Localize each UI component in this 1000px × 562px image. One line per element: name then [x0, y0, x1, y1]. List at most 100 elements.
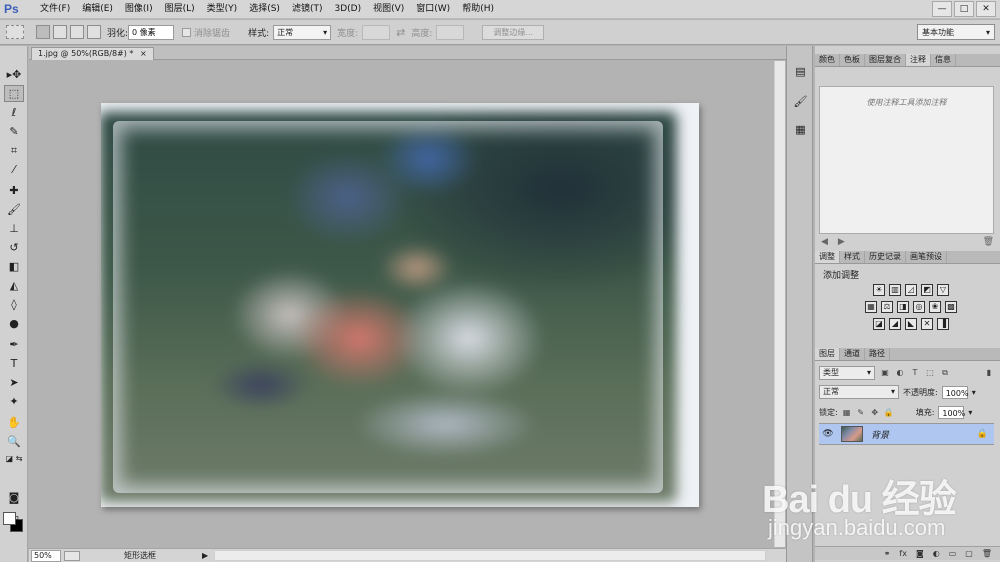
zoom-level-input[interactable]: 50%	[31, 549, 61, 562]
selective-color-icon[interactable]: ✕	[921, 318, 933, 330]
menu-help[interactable]: 帮助(H)	[456, 0, 500, 19]
tab-channels[interactable]: 通道	[840, 348, 865, 360]
status-info-icon[interactable]	[64, 550, 80, 561]
shape-tool-icon[interactable]: ✦	[4, 393, 24, 410]
lock-transparent-icon[interactable]: ▦	[842, 408, 852, 418]
intersect-selection-icon[interactable]	[87, 25, 101, 39]
document-tab[interactable]: 1.jpg @ 50%(RGB/8#) * ×	[31, 47, 154, 60]
tab-color[interactable]: 颜色	[815, 54, 840, 66]
brush-panel-icon[interactable]: 🖌	[791, 92, 810, 111]
tab-paths[interactable]: 路径	[865, 348, 890, 360]
marquee-preset-icon[interactable]	[6, 25, 24, 39]
crop-tool-icon[interactable]: ⌗	[4, 142, 24, 159]
brush-tool-icon[interactable]: 🖌	[4, 201, 24, 218]
tab-swatches[interactable]: 色板	[840, 54, 865, 66]
healing-brush-tool-icon[interactable]: ✚	[4, 182, 24, 199]
eraser-tool-icon[interactable]: ◧	[4, 258, 24, 275]
fill-dropdown-icon[interactable]: ▾	[968, 408, 972, 417]
gradient-map-icon[interactable]: ▐	[937, 318, 949, 330]
tab-notes[interactable]: 注释	[906, 54, 931, 66]
move-tool-icon[interactable]: ▸✥	[4, 66, 24, 83]
menu-view[interactable]: 视图(V)	[367, 0, 410, 19]
tab-layer-comps[interactable]: 图层复合	[865, 54, 906, 66]
horizontal-scrollbar[interactable]	[214, 550, 767, 561]
eye-icon[interactable]: 👁	[821, 429, 835, 439]
fill-input[interactable]: 100%	[938, 406, 965, 419]
dodge-tool-icon[interactable]: ●	[4, 315, 24, 332]
filter-shape-icon[interactable]: ⬚	[925, 368, 935, 378]
tab-history[interactable]: 历史记录	[865, 251, 906, 263]
rectangular-marquee-tool-icon[interactable]: ⬚	[4, 85, 24, 102]
menu-select[interactable]: 选择(S)	[243, 0, 286, 19]
channel-mixer-icon[interactable]: ❀	[929, 301, 941, 313]
type-tool-icon[interactable]: T	[4, 355, 24, 372]
workspace-select[interactable]: 基本功能 ▾	[917, 24, 995, 40]
filter-adjustment-icon[interactable]: ◐	[895, 368, 905, 378]
blend-mode-select[interactable]: 正常 ▾	[819, 385, 899, 399]
properties-panel-icon[interactable]: ▦	[791, 120, 810, 139]
new-layer-icon[interactable]: ▢	[965, 549, 973, 558]
filter-smart-object-icon[interactable]: ⧉	[940, 368, 950, 378]
zoom-tool-icon[interactable]: 🔍	[4, 433, 24, 450]
canvas-area[interactable]	[29, 61, 774, 547]
status-menu-arrow-icon[interactable]: ▶	[202, 551, 208, 560]
quick-mask-icon[interactable]: ◙	[4, 489, 24, 506]
foreground-color-swatch[interactable]	[3, 512, 16, 525]
filter-pixel-icon[interactable]: ▣	[880, 368, 890, 378]
paint-bucket-tool-icon[interactable]: ◭	[4, 277, 24, 294]
hue-saturation-icon[interactable]: ▦	[865, 301, 877, 313]
posterize-icon[interactable]: ◢	[889, 318, 901, 330]
feather-input[interactable]: 0 像素	[128, 24, 175, 40]
close-button[interactable]: ✕	[976, 1, 996, 17]
quick-selection-tool-icon[interactable]: ✎	[4, 123, 24, 140]
layer-kind-select[interactable]: 类型 ▾	[819, 366, 875, 380]
menu-window[interactable]: 窗口(W)	[410, 0, 456, 19]
color-lookup-icon[interactable]: ▩	[945, 301, 957, 313]
tab-brush-presets[interactable]: 画笔预设	[906, 251, 947, 263]
next-note-icon[interactable]: ▶	[838, 237, 845, 247]
levels-icon[interactable]: ▥	[889, 284, 901, 296]
photo-document[interactable]	[101, 103, 699, 507]
antialias-checkbox[interactable]	[182, 27, 192, 37]
exposure-icon[interactable]: ◩	[921, 284, 933, 296]
clone-stamp-tool-icon[interactable]: ⊥	[4, 220, 24, 237]
style-select[interactable]: 正常 ▾	[273, 24, 332, 40]
previous-note-icon[interactable]: ◀	[821, 237, 828, 247]
height-input[interactable]	[436, 24, 465, 40]
menu-3d[interactable]: 3D(D)	[328, 0, 367, 19]
lock-all-icon[interactable]: 🔒	[884, 408, 894, 418]
add-selection-icon[interactable]	[53, 25, 67, 39]
opacity-dropdown-icon[interactable]: ▾	[972, 388, 976, 397]
menu-edit[interactable]: 编辑(E)	[76, 0, 119, 19]
history-brush-tool-icon[interactable]: ↺	[4, 239, 24, 256]
lock-position-icon[interactable]: ✥	[870, 408, 880, 418]
pen-tool-icon[interactable]: ✒	[4, 336, 24, 353]
curves-icon[interactable]: ◿	[905, 284, 917, 296]
new-selection-icon[interactable]	[36, 25, 50, 39]
layer-style-icon[interactable]: fx	[899, 549, 907, 558]
menu-image[interactable]: 图像(I)	[119, 0, 159, 19]
maximize-button[interactable]: □	[954, 1, 974, 17]
link-layers-icon[interactable]: ⚭	[884, 549, 891, 558]
menu-layer[interactable]: 图层(L)	[159, 0, 201, 19]
photo-filter-icon[interactable]: ◎	[913, 301, 925, 313]
close-icon[interactable]: ×	[140, 49, 147, 58]
menu-filter[interactable]: 滤镜(T)	[286, 0, 329, 19]
threshold-icon[interactable]: ◣	[905, 318, 917, 330]
menu-type[interactable]: 类型(Y)	[201, 0, 244, 19]
black-white-icon[interactable]: ◨	[897, 301, 909, 313]
default-colors-icon[interactable]: ◪ ⇆	[4, 450, 24, 467]
path-selection-tool-icon[interactable]: ➤	[4, 374, 24, 391]
delete-note-icon[interactable]: 🗑	[983, 237, 994, 247]
tab-styles[interactable]: 样式	[840, 251, 865, 263]
history-panel-icon[interactable]: ▤	[791, 62, 810, 81]
tab-info[interactable]: 信息	[931, 54, 956, 66]
blur-tool-icon[interactable]: ◊	[4, 296, 24, 313]
adjustment-layer-icon[interactable]: ◐	[933, 549, 940, 558]
layer-mask-icon[interactable]: ◙	[916, 549, 924, 558]
width-input[interactable]	[362, 24, 391, 40]
marquee-preset[interactable]	[6, 25, 24, 39]
delete-layer-icon[interactable]: 🗑	[982, 549, 992, 558]
swap-dimensions-icon[interactable]: ⇄	[396, 26, 405, 39]
eyedropper-tool-icon[interactable]: ⁄	[4, 161, 24, 178]
